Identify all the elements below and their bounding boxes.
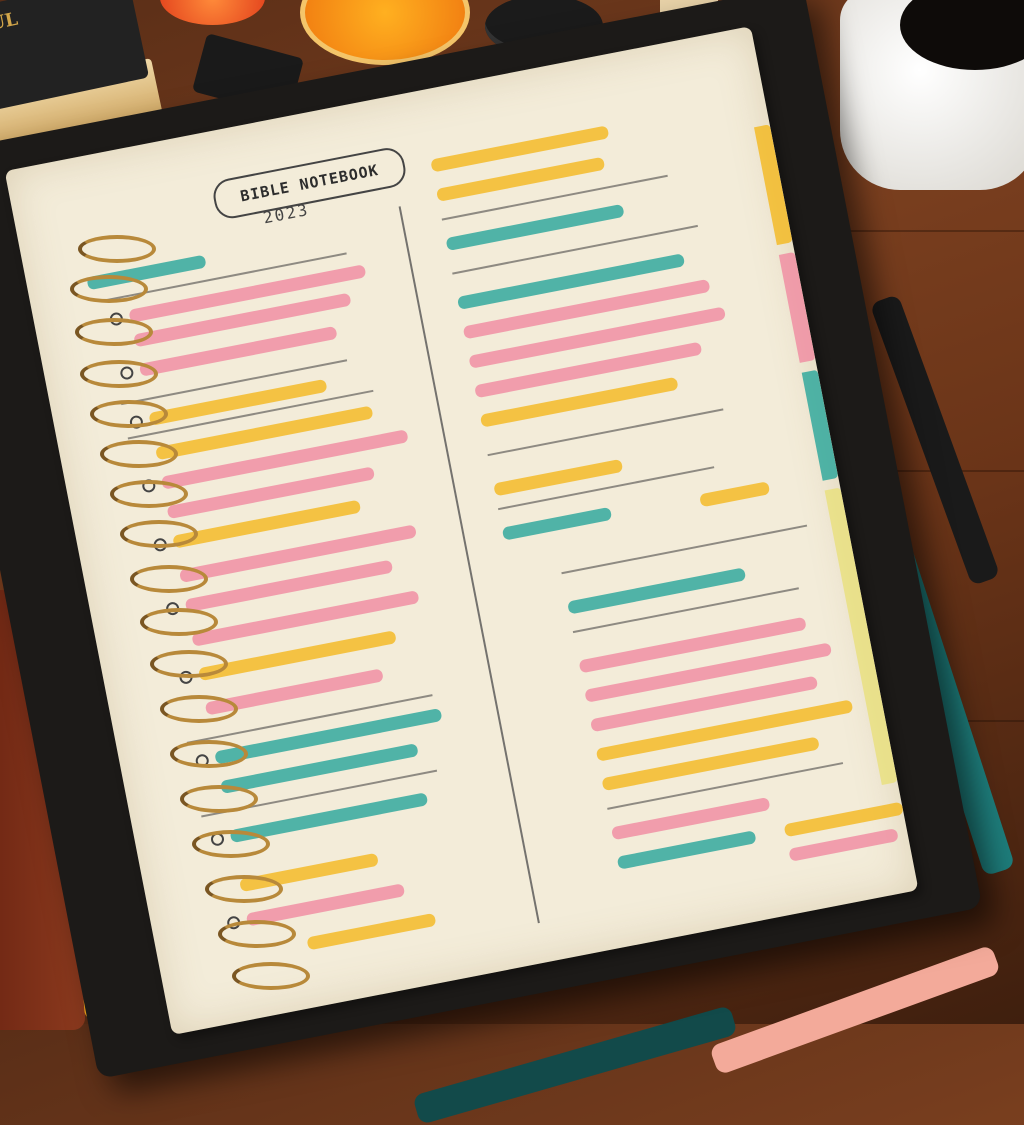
spiral-ring: [205, 875, 283, 903]
spiral-ring: [218, 920, 296, 948]
spiral-ring: [232, 962, 310, 990]
spiral-ring: [75, 318, 153, 346]
bible-cover-text: SUL: [0, 8, 20, 38]
handwriting: [561, 524, 808, 575]
spiral-ring: [140, 608, 218, 636]
spiral-ring: [70, 275, 148, 303]
spiral-ring: [180, 785, 258, 813]
spiral-ring: [192, 830, 270, 858]
spiral-ring: [160, 695, 238, 723]
spiral-ring: [78, 235, 156, 263]
spiral-ring: [130, 565, 208, 593]
notebook-title: BIBLE NOTEBOOK: [210, 145, 409, 222]
highlight: [699, 481, 771, 508]
highlight: [493, 458, 624, 497]
dark-teal-fountain-pen: [412, 1005, 738, 1125]
highlight: [306, 912, 437, 951]
page-divider: [398, 206, 540, 924]
spiral-ring: [100, 440, 178, 468]
spiral-ring: [80, 360, 158, 388]
spiral-ring: [120, 520, 198, 548]
spiral-ring: [110, 480, 188, 508]
highlight: [567, 567, 747, 615]
highlight: [595, 699, 854, 762]
pink-pen-bottom: [708, 944, 1002, 1076]
highlight: [501, 506, 613, 541]
spiral-ring: [150, 650, 228, 678]
highlight: [468, 306, 727, 369]
spiral-ring: [90, 400, 168, 428]
orange-slice: [160, 0, 265, 25]
highlight: [616, 830, 757, 870]
spiral-ring: [170, 740, 248, 768]
